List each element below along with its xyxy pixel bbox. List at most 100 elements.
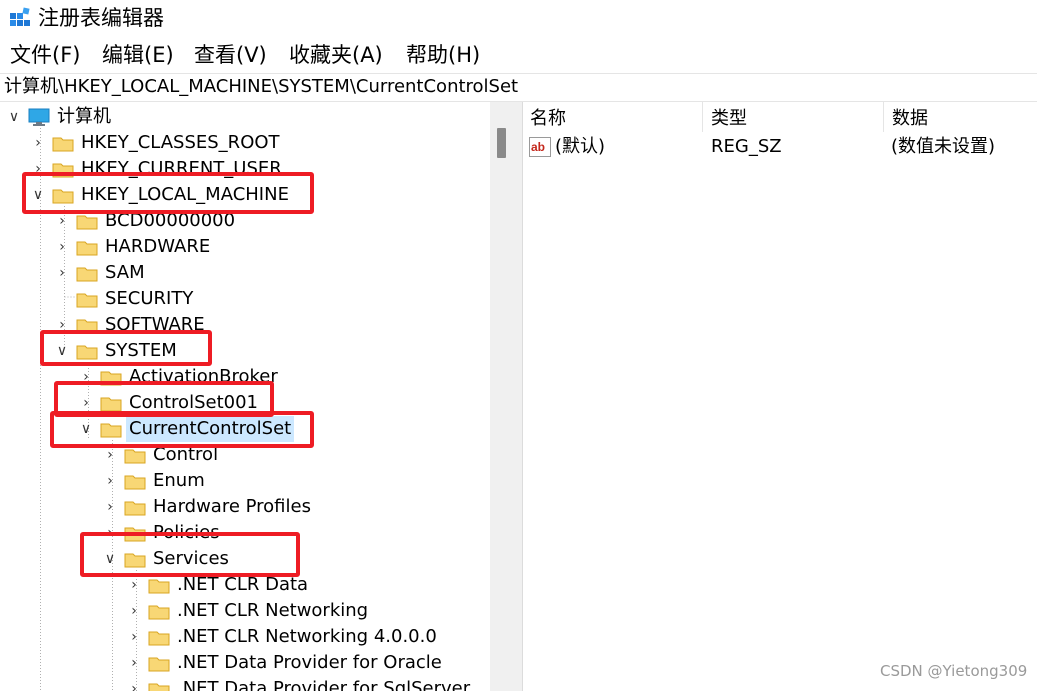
tree-item-label: ActivationBroker <box>129 366 278 387</box>
tree-item-hardware[interactable]: › HARDWARE <box>0 234 490 260</box>
folder-icon <box>148 579 170 594</box>
chevron-right-icon[interactable]: › <box>78 364 94 390</box>
menu-help[interactable]: 帮助(H) <box>406 40 480 70</box>
tree-item-label: Control <box>153 444 219 465</box>
chevron-down-icon[interactable]: ∨ <box>54 338 70 364</box>
tree-item-label: BCD00000000 <box>105 210 236 231</box>
tree-item-controlset001[interactable]: › ControlSet001 <box>0 390 490 416</box>
chevron-right-icon[interactable]: › <box>102 468 118 494</box>
tree-item-security[interactable]: SECURITY <box>0 286 490 312</box>
tree-item-bcd[interactable]: › BCD00000000 <box>0 208 490 234</box>
chevron-right-icon[interactable]: › <box>54 312 70 338</box>
tree-item-computer[interactable]: ∨ 计算机 <box>0 104 490 130</box>
tree-item-label: Policies <box>153 522 220 543</box>
tree-item-label: HKEY_CURRENT_USER <box>81 158 282 179</box>
string-value-icon: ab <box>529 137 551 157</box>
tree-item-services[interactable]: ∨ Services <box>0 546 490 572</box>
column-header-data[interactable]: 数据 <box>885 102 1037 132</box>
chevron-down-icon[interactable]: ∨ <box>102 546 118 572</box>
pane-splitter[interactable] <box>512 102 523 691</box>
tree-item-hkcu[interactable]: › HKEY_CURRENT_USER <box>0 156 490 182</box>
folder-icon <box>76 267 98 282</box>
tree-item-net-sqlserver[interactable]: › .NET Data Provider for SqlServer <box>0 676 490 691</box>
folder-open-icon <box>124 553 146 568</box>
chevron-right-icon[interactable]: › <box>102 520 118 546</box>
tree-item-hkcr[interactable]: › HKEY_CLASSES_ROOT <box>0 130 490 156</box>
tree-item-currentcontrolset[interactable]: ∨ CurrentControlSet <box>0 416 490 442</box>
tree-item-control[interactable]: › Control <box>0 442 490 468</box>
address-bar[interactable]: 计算机\HKEY_LOCAL_MACHINE\SYSTEM\CurrentCon… <box>0 73 1037 102</box>
column-header-name[interactable]: 名称 <box>523 102 703 132</box>
folder-icon <box>124 501 146 516</box>
key-tree[interactable]: ∨ 计算机 › HKEY_CLASSES_ROOT › HKEY_CURRENT… <box>0 102 512 691</box>
chevron-right-icon[interactable]: › <box>102 494 118 520</box>
folder-icon <box>76 215 98 230</box>
tree-item-netclr-networking[interactable]: › .NET CLR Networking <box>0 598 490 624</box>
tree-item-software[interactable]: › SOFTWARE <box>0 312 490 338</box>
tree-item-enum[interactable]: › Enum <box>0 468 490 494</box>
folder-icon <box>148 631 170 646</box>
menu-file[interactable]: 文件(F) <box>10 40 80 70</box>
tree-item-activationbroker[interactable]: › ActivationBroker <box>0 364 490 390</box>
tree-item-net-oracle[interactable]: › .NET Data Provider for Oracle <box>0 650 490 676</box>
chevron-down-icon[interactable]: ∨ <box>78 416 94 442</box>
tree-item-label: HKEY_LOCAL_MACHINE <box>81 184 289 205</box>
column-header-type[interactable]: 类型 <box>704 102 884 132</box>
list-item[interactable]: ab (默认) REG_SZ (数值未设置) <box>523 134 1037 160</box>
chevron-right-icon[interactable]: › <box>54 260 70 286</box>
tree-item-netclr-networking-4[interactable]: › .NET CLR Networking 4.0.0.0 <box>0 624 490 650</box>
chevron-right-icon[interactable]: › <box>30 130 46 156</box>
tree-item-label: SAM <box>105 262 145 283</box>
menu-view[interactable]: 查看(V) <box>194 40 267 70</box>
folder-icon <box>52 137 74 152</box>
folder-icon <box>100 371 122 386</box>
folder-icon <box>76 319 98 334</box>
chevron-right-icon[interactable]: › <box>126 598 142 624</box>
chevron-right-icon[interactable]: › <box>30 156 46 182</box>
chevron-down-icon[interactable]: ∨ <box>30 182 46 208</box>
computer-icon <box>28 108 50 126</box>
tree-item-sam[interactable]: › SAM <box>0 260 490 286</box>
tree-item-netclr-data[interactable]: › .NET CLR Data <box>0 572 490 598</box>
tree-item-policies[interactable]: › Policies <box>0 520 490 546</box>
tree-item-system[interactable]: ∨ SYSTEM <box>0 338 490 364</box>
folder-icon <box>124 527 146 542</box>
chevron-right-icon[interactable]: › <box>126 650 142 676</box>
tree-item-label: HARDWARE <box>105 236 211 257</box>
chevron-right-icon[interactable]: › <box>54 234 70 260</box>
chevron-right-icon[interactable]: › <box>102 442 118 468</box>
value-data: (数值未设置) <box>891 136 996 157</box>
scrollbar-thumb[interactable] <box>497 128 506 158</box>
tree-item-label: .NET CLR Data <box>177 574 309 595</box>
tree-item-hardware-profiles[interactable]: › Hardware Profiles <box>0 494 490 520</box>
watermark: CSDN @Yietong309 <box>880 662 1028 680</box>
tree-item-hklm[interactable]: ∨ HKEY_LOCAL_MACHINE <box>0 182 490 208</box>
chevron-down-icon[interactable]: ∨ <box>6 104 22 130</box>
value-list[interactable]: 名称 类型 数据 ab (默认) REG_SZ (数值未设置) <box>523 102 1037 691</box>
tree-item-label: CurrentControlSet <box>126 416 295 442</box>
title-bar: 注册表编辑器 <box>0 0 1037 38</box>
chevron-right-icon[interactable]: › <box>78 390 94 416</box>
menu-favorites[interactable]: 收藏夹(A) <box>289 40 383 70</box>
regedit-icon <box>10 7 30 26</box>
tree-item-label: .NET Data Provider for SqlServer <box>177 678 471 691</box>
tree-scrollbar[interactable] <box>490 102 512 691</box>
tree-item-label: SOFTWARE <box>105 314 205 335</box>
chevron-right-icon[interactable]: › <box>126 676 142 691</box>
address-path[interactable]: 计算机\HKEY_LOCAL_MACHINE\SYSTEM\CurrentCon… <box>4 75 518 99</box>
window-title: 注册表编辑器 <box>38 6 164 30</box>
folder-open-icon <box>100 423 122 438</box>
value-type: REG_SZ <box>711 136 782 157</box>
folder-icon <box>148 683 170 691</box>
folder-icon <box>148 657 170 672</box>
folder-icon <box>148 605 170 620</box>
chevron-right-icon[interactable]: › <box>126 624 142 650</box>
folder-icon <box>76 293 98 308</box>
chevron-right-icon[interactable]: › <box>54 208 70 234</box>
folder-icon <box>124 449 146 464</box>
menu-edit[interactable]: 编辑(E) <box>102 40 174 70</box>
folder-icon <box>76 241 98 256</box>
folder-open-icon <box>52 189 74 204</box>
tree-item-label: 计算机 <box>57 106 111 127</box>
chevron-right-icon[interactable]: › <box>126 572 142 598</box>
